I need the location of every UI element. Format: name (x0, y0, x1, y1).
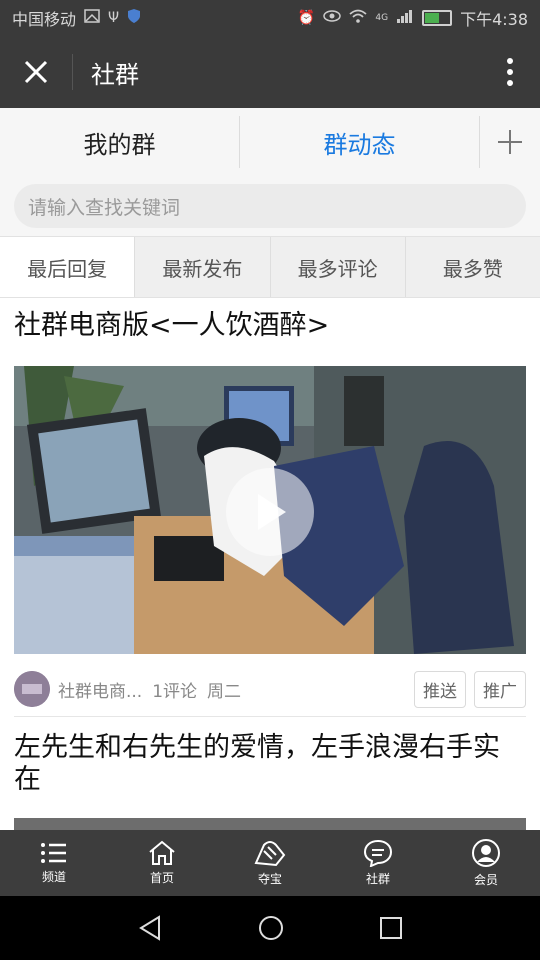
eye-icon (323, 10, 342, 26)
chat-icon (363, 839, 393, 867)
user-icon (472, 839, 500, 867)
clock-label: 下午4:38 (460, 10, 528, 29)
plus-icon (498, 130, 522, 154)
usb-icon: Ψ (108, 10, 120, 26)
tab-my-groups[interactable]: 我的群 (0, 108, 239, 176)
avatar[interactable] (14, 671, 50, 707)
signal-icon (396, 9, 414, 27)
status-bar: 中国移动 Ψ ⏰ 4G 下午4:38 (0, 0, 540, 36)
alarm-icon: ⏰ (297, 10, 316, 26)
system-nav-bar (0, 896, 540, 960)
nav-channels[interactable]: 频道 (0, 830, 108, 896)
nav-label: 社群 (365, 872, 390, 886)
sort-most-comments[interactable]: 最多评论 (269, 237, 405, 297)
notification-icon (84, 9, 100, 27)
top-bar: 社群 (0, 36, 540, 108)
title-divider (72, 54, 73, 90)
nav-label: 频道 (41, 870, 66, 884)
search-input[interactable]: 请输入查找关键词 (14, 184, 526, 228)
group-tabs: 我的群 群动态 (0, 108, 540, 177)
post-day: 周二 (207, 681, 242, 702)
nav-treasure[interactable]: 夺宝 (216, 830, 324, 896)
add-button[interactable] (480, 108, 540, 176)
home-icon (149, 840, 175, 865)
status-right: ⏰ 4G 下午4:38 (298, 6, 528, 30)
sort-tabs: 最后回复 最新发布 最多评论 最多赞 (0, 237, 540, 298)
sort-last-reply[interactable]: 最后回复 (0, 237, 135, 297)
sort-most-likes[interactable]: 最多赞 (404, 237, 540, 297)
bottom-nav: 频道 首页 夺宝 社群 会员 (0, 830, 540, 896)
close-icon (24, 60, 48, 84)
search-area: 请输入查找关键词 (0, 176, 540, 237)
post-meta: 社群电商... 1评论 周二 推送 推广 (14, 670, 526, 708)
network-type-label: 4G (375, 13, 389, 23)
battery-icon (422, 10, 453, 26)
treasure-icon (254, 841, 286, 867)
nav-label: 首页 (149, 871, 174, 885)
page-title: 社群 (91, 60, 139, 89)
post-title[interactable]: 社群电商版<一人饮酒醉> (14, 310, 526, 342)
list-icon (41, 843, 66, 863)
play-icon (258, 494, 286, 530)
author-name[interactable]: 社群电商... (58, 677, 142, 702)
nav-community[interactable]: 社群 (324, 830, 432, 896)
wifi-icon (349, 9, 367, 27)
back-icon[interactable] (137, 915, 163, 941)
close-button[interactable] (0, 36, 72, 108)
post-divider (14, 716, 526, 717)
nav-label: 夺宝 (257, 872, 282, 886)
promote-button[interactable]: 推广 (474, 670, 526, 708)
play-button[interactable] (226, 468, 314, 556)
nav-home[interactable]: 首页 (108, 830, 216, 896)
carrier-label: 中国移动 (12, 10, 77, 29)
nav-label: 会员 (473, 873, 498, 887)
home-circle-icon[interactable] (257, 914, 285, 942)
status-left: 中国移动 Ψ (12, 6, 141, 30)
recents-icon[interactable] (379, 916, 403, 940)
tab-group-feed[interactable]: 群动态 (240, 108, 479, 176)
nav-member[interactable]: 会员 (432, 830, 540, 896)
comment-count: 1评论 (152, 681, 198, 702)
more-vertical-icon (507, 58, 513, 86)
more-button[interactable] (480, 36, 540, 108)
post-title[interactable]: 左先生和右先生的爱情，左手浪漫右手实在 (14, 732, 526, 796)
shield-icon (127, 8, 141, 28)
push-button[interactable]: 推送 (414, 670, 466, 708)
sort-newest[interactable]: 最新发布 (134, 237, 270, 297)
